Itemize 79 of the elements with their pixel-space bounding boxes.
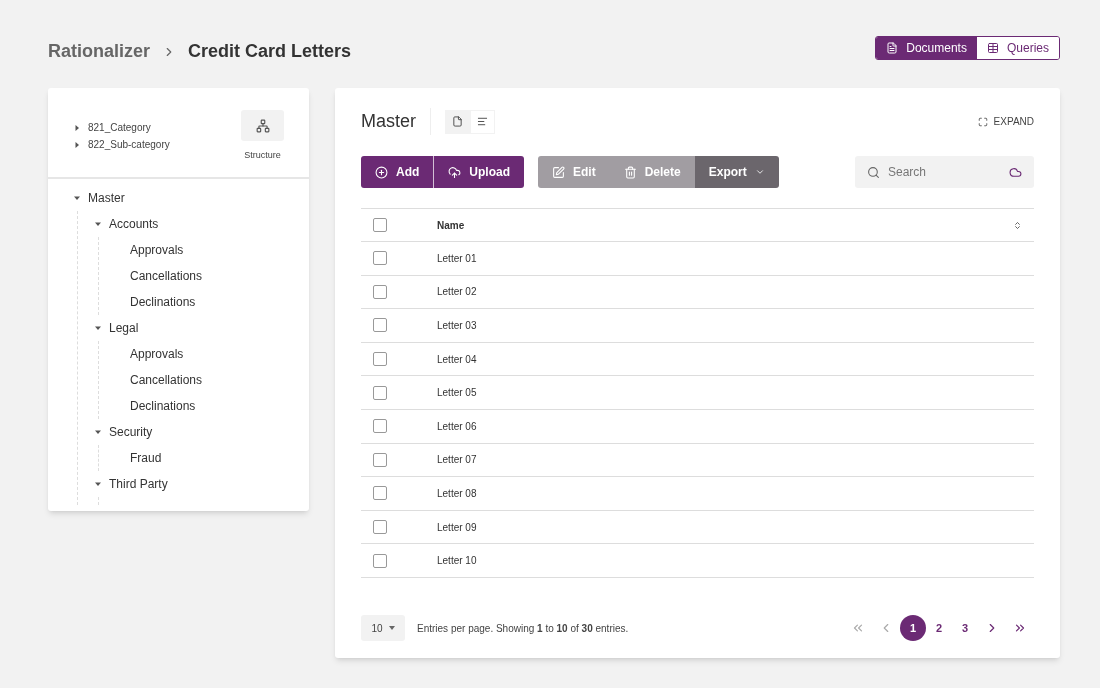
table-cell-text: Letter 04 [437, 352, 477, 367]
page-button[interactable]: 2 [926, 615, 952, 641]
expand-icon [977, 116, 988, 127]
structure-label: Structure [244, 149, 281, 162]
tree-item[interactable]: Declinations [130, 396, 196, 415]
checkbox[interactable] [373, 218, 387, 232]
category-item[interactable]: 822_Sub-category [88, 137, 170, 152]
toolbar-button[interactable]: Add [361, 156, 434, 188]
list-view-button[interactable] [470, 109, 495, 134]
tree-item[interactable]: Fraud [130, 448, 162, 467]
checkbox[interactable] [373, 251, 387, 266]
caret-down-icon[interactable] [74, 194, 80, 201]
toolbar-button[interactable]: Export [694, 156, 779, 188]
checkbox[interactable] [373, 419, 387, 434]
caret-down-icon[interactable] [95, 324, 101, 331]
page-icon [452, 116, 463, 127]
table-cell-text: Letter 01 [437, 251, 477, 266]
category-item[interactable]: 821_Category [88, 120, 151, 135]
checkbox[interactable] [373, 553, 387, 568]
table-cell-text: Letter 08 [437, 486, 477, 501]
tree-item[interactable]: Security [109, 422, 153, 441]
search-icon [867, 165, 880, 179]
table-cell-text: Letter 09 [437, 520, 477, 535]
table-cell-text: Letter 02 [437, 285, 477, 300]
chevron-down-icon [754, 167, 765, 177]
panel-title: Master [361, 108, 431, 135]
caret-right-icon[interactable] [74, 124, 80, 131]
hierarchy-icon [255, 118, 270, 133]
checkbox[interactable] [373, 452, 387, 467]
column-header[interactable]: Name [437, 217, 1013, 233]
tree-item[interactable]: Legal [109, 318, 139, 337]
double-chevron-right-icon [1013, 621, 1027, 635]
double-chevron-left-icon [851, 621, 865, 635]
tree-item[interactable]: Approvals [130, 240, 184, 259]
table-cell-text: Letter 07 [437, 453, 477, 468]
checkbox[interactable] [373, 284, 387, 299]
table-icon [986, 42, 999, 54]
caret-down-icon[interactable] [95, 220, 101, 227]
structure-button[interactable] [241, 110, 284, 141]
table-cell-text: Letter 10 [437, 554, 477, 569]
search-field[interactable]: Search [855, 156, 1034, 188]
caret-right-icon[interactable] [74, 141, 80, 148]
plus-circle-icon [375, 165, 388, 179]
expand-button[interactable]: EXPAND [977, 114, 1034, 129]
pencil-square-icon [552, 165, 565, 179]
per-page-select[interactable]: 10 [361, 615, 405, 641]
view-tab[interactable]: Documents [876, 37, 977, 59]
checkbox[interactable] [373, 385, 387, 400]
tree-item[interactable]: Third Party [109, 474, 168, 493]
page-title: Credit Card Letters [188, 40, 352, 63]
breadcrumb-link[interactable]: Rationalizer [48, 38, 151, 65]
caret-down-icon[interactable] [95, 480, 101, 487]
tree-item[interactable]: Master [88, 188, 125, 207]
caret-down-icon [388, 626, 395, 630]
toolbar-button[interactable]: Upload [433, 156, 524, 188]
table-cell-text: Letter 06 [437, 419, 477, 434]
caret-down-icon[interactable] [95, 428, 101, 435]
view-tab[interactable]: Queries [976, 37, 1059, 59]
document-view-button[interactable] [445, 109, 470, 134]
lines-icon [477, 116, 488, 127]
tree-item[interactable]: Declinations [130, 292, 196, 311]
tree-item[interactable]: Accounts [109, 214, 159, 233]
tree-item[interactable]: Approvals [130, 344, 184, 363]
trash-icon [623, 165, 637, 179]
table-cell-text: Letter 03 [437, 319, 477, 333]
checkbox[interactable] [373, 318, 387, 333]
checkbox[interactable] [373, 520, 387, 535]
tree-item[interactable]: Cancellations [130, 266, 203, 285]
checkbox[interactable] [373, 352, 387, 367]
tree-item[interactable]: Cancellations [130, 370, 203, 389]
document-icon [886, 42, 899, 54]
cloud-icon[interactable] [1009, 165, 1022, 179]
table-cell-text: Letter 05 [437, 386, 477, 401]
checkbox[interactable] [373, 486, 387, 501]
entries-summary: Entries per page. Showing 1 to 10 of 30 entries. [417, 621, 629, 636]
sort-icon[interactable] [1013, 220, 1022, 230]
page-button[interactable]: 3 [952, 615, 978, 641]
cloud-upload-icon [448, 165, 462, 179]
page-button[interactable]: 1 [900, 615, 926, 641]
